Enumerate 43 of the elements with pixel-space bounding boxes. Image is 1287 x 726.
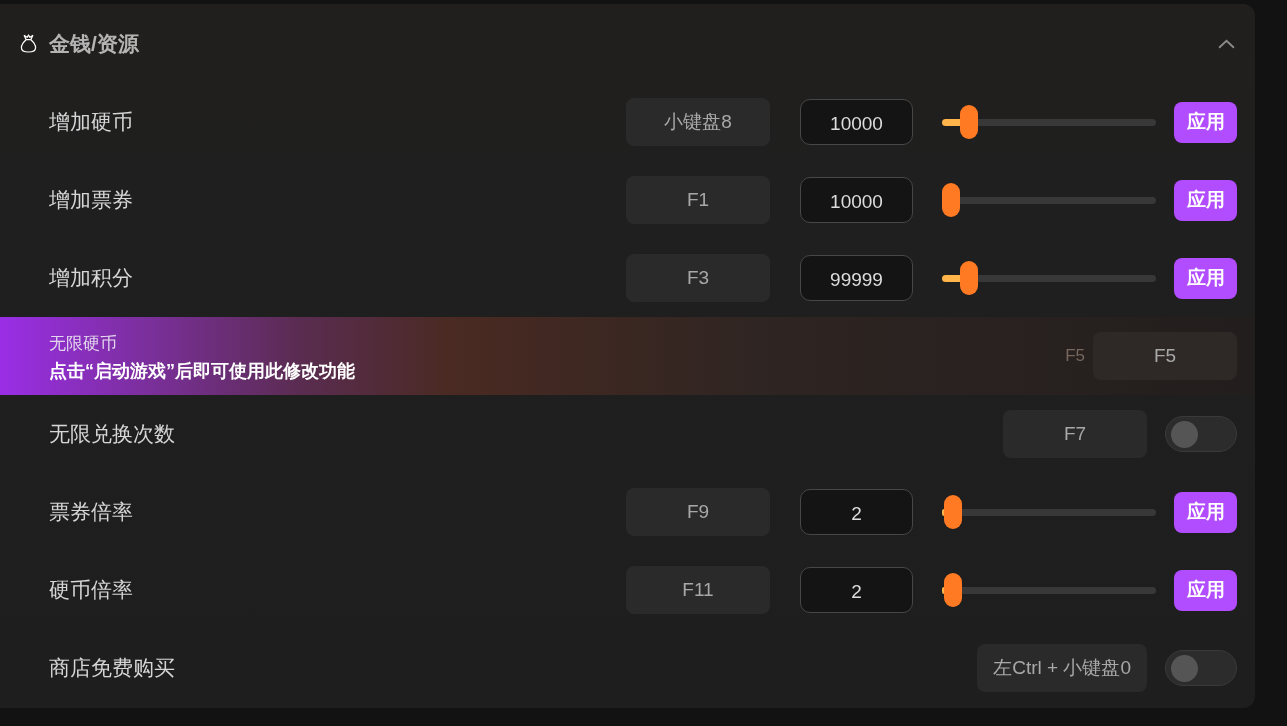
- apply-button[interactable]: 应用: [1174, 491, 1237, 533]
- setting-label: 硬币倍率: [49, 577, 134, 603]
- setting-label: 增加硬币: [49, 109, 134, 135]
- hotkey-chip[interactable]: F1: [626, 176, 770, 224]
- setting-label: 票券倍率: [49, 499, 134, 525]
- toggle-switch[interactable]: [1165, 416, 1237, 452]
- value-input[interactable]: 2: [800, 567, 913, 613]
- setting-label: 无限硬币: [49, 332, 117, 355]
- hotkey-chip[interactable]: F5: [1093, 332, 1237, 380]
- value-input[interactable]: 2: [800, 489, 913, 535]
- hotkey-chip[interactable]: 左Ctrl + 小键盘0: [977, 644, 1147, 692]
- slider-track[interactable]: [942, 183, 1156, 217]
- hotkey-hint: F5: [1065, 346, 1085, 366]
- apply-button[interactable]: 应用: [1174, 569, 1237, 611]
- hotkey-chip[interactable]: F9: [626, 488, 770, 536]
- setting-label: 增加积分: [49, 265, 134, 291]
- slider-thumb[interactable]: [943, 495, 962, 529]
- slider-track[interactable]: [942, 573, 1156, 607]
- value-input[interactable]: 10000: [800, 177, 913, 223]
- value-input[interactable]: 10000: [800, 99, 913, 145]
- apply-button[interactable]: 应用: [1174, 101, 1237, 143]
- notice-text: 点击“启动游戏”后即可使用此修改功能: [49, 359, 355, 383]
- slider-thumb[interactable]: [959, 261, 978, 295]
- collapse-button[interactable]: [1218, 38, 1235, 49]
- hotkey-chip[interactable]: F3: [626, 254, 770, 302]
- apply-button[interactable]: 应用: [1174, 257, 1237, 299]
- section-title: 金钱/资源: [49, 30, 140, 57]
- setting-label: 增加票券: [49, 187, 134, 213]
- slider-track[interactable]: [942, 495, 1156, 529]
- hotkey-chip[interactable]: 小键盘8: [626, 98, 770, 146]
- slider-track[interactable]: [942, 261, 1156, 295]
- setting-label: 无限兑换次数: [49, 421, 176, 447]
- apply-button[interactable]: 应用: [1174, 179, 1237, 221]
- slider-thumb[interactable]: [959, 105, 978, 139]
- money-bag-icon: [20, 34, 37, 53]
- hotkey-chip[interactable]: F7: [1003, 410, 1147, 458]
- toggle-switch[interactable]: [1165, 650, 1237, 686]
- hotkey-chip[interactable]: F11: [626, 566, 770, 614]
- slider-track[interactable]: [942, 105, 1156, 139]
- slider-thumb[interactable]: [943, 573, 962, 607]
- setting-label: 商店免费购买: [49, 655, 176, 681]
- value-input[interactable]: 99999: [800, 255, 913, 301]
- slider-thumb[interactable]: [942, 183, 960, 217]
